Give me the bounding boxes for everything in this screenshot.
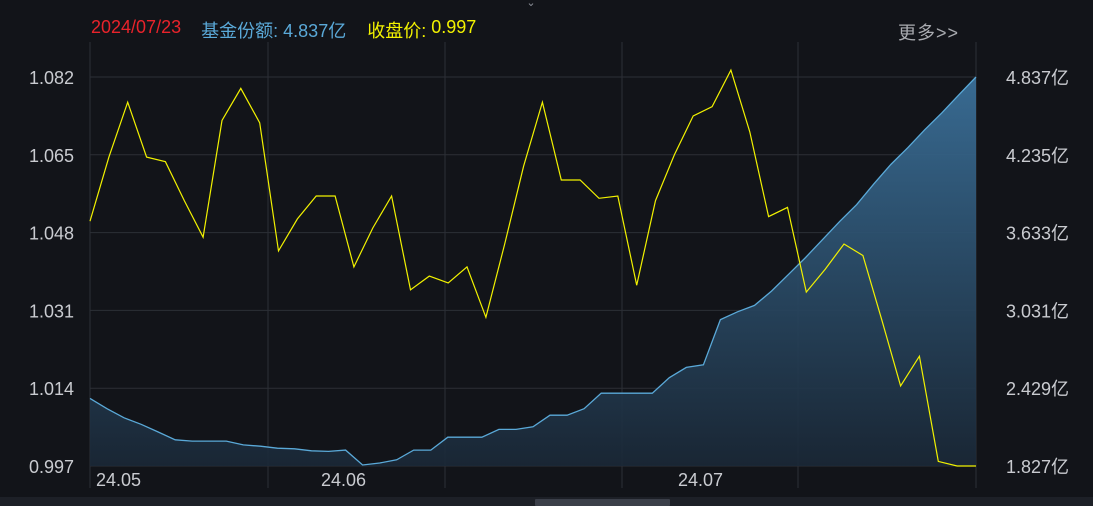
scroll-thumb[interactable] [535,499,670,506]
right-axis-tick: 1.827亿 [1006,457,1069,477]
fund-share-price-chart: 1.082 1.065 1.048 1.031 1.014 0.997 4.837亿 4.23… [29,42,1069,490]
left-axis-tick: 1.082 [29,68,74,88]
left-axis-tick: 1.048 [29,224,74,244]
left-axis-tick: 0.997 [29,457,74,477]
right-axis-tick: 2.429亿 [1006,379,1069,399]
right-axis-tick: 3.633亿 [1006,224,1069,244]
x-axis-tick: 24.07 [678,470,723,490]
right-axis-tick: 3.031亿 [1006,301,1069,321]
left-axis-tick: 1.014 [29,379,74,399]
x-axis-tick: 24.06 [321,470,366,490]
right-axis-tick: 4.235亿 [1006,146,1069,166]
left-axis-tick: 1.065 [29,146,74,166]
right-axis-tick: 4.837亿 [1006,68,1069,88]
left-axis-tick: 1.031 [29,301,74,321]
chart-scrollbar[interactable] [0,497,1093,506]
x-axis-tick: 24.05 [96,470,141,490]
